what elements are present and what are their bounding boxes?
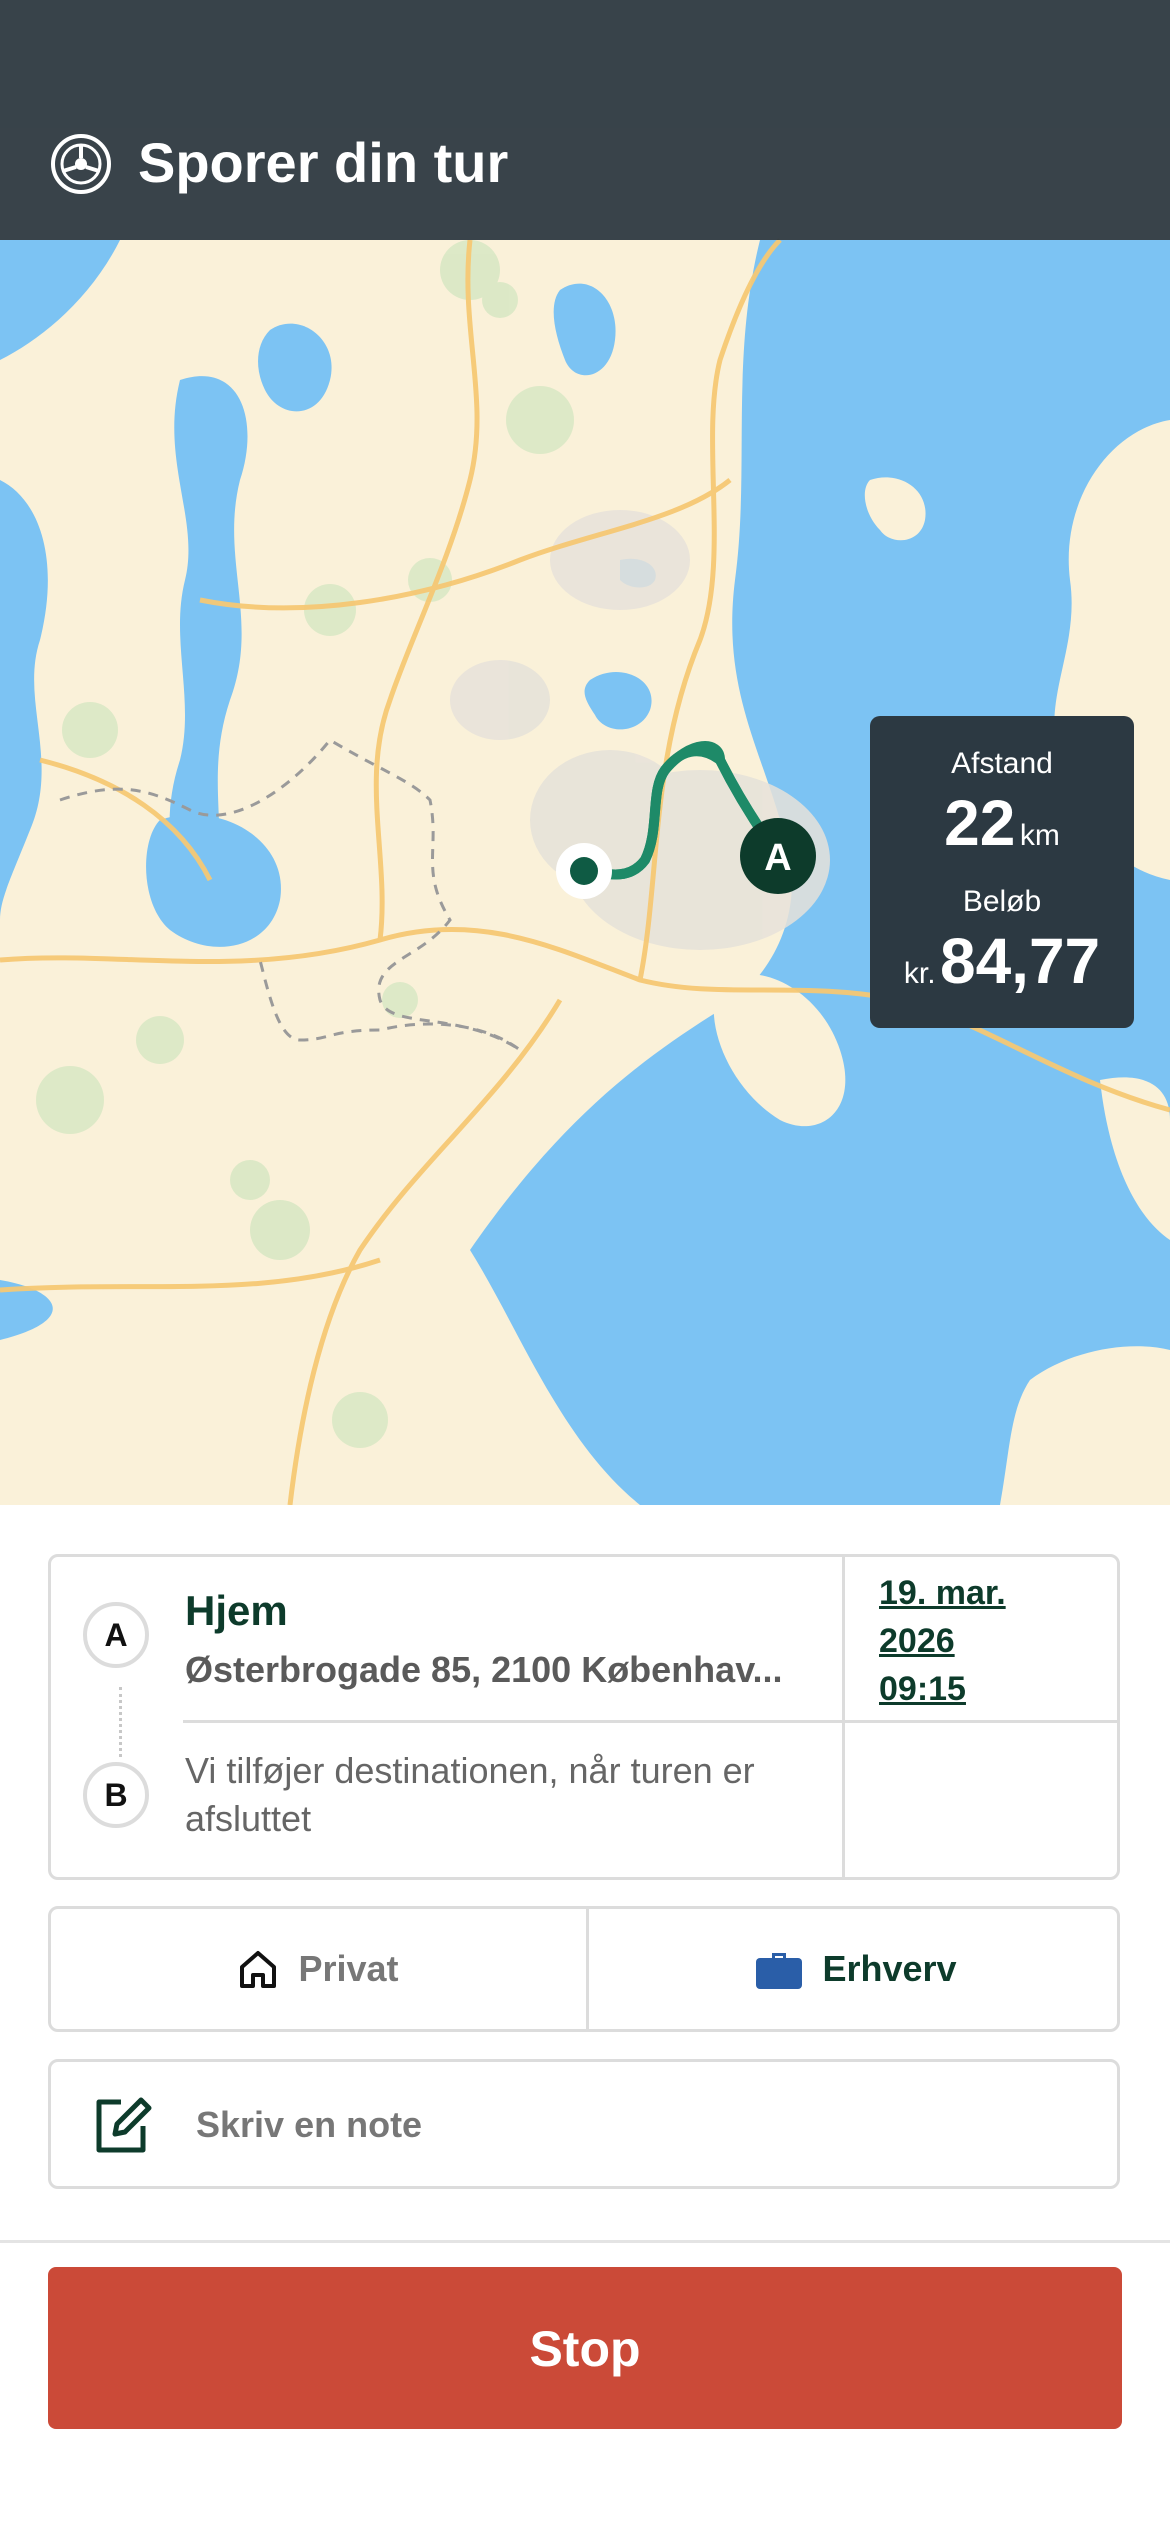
trip-category-selector: Privat Erhverv (48, 1906, 1120, 2032)
amount-readout: kr. 84,77 (870, 926, 1134, 996)
trip-details-card: A B Hjem Østerbrogade 85, 2100 Københav.… (48, 1554, 1120, 1880)
amount-prefix: kr. (903, 957, 936, 990)
start-point-badge: A (83, 1602, 149, 1668)
private-option[interactable]: Privat (51, 1909, 584, 2029)
note-placeholder: Skriv en note (196, 2104, 423, 2145)
route-connector (119, 1687, 122, 1757)
edit-note-icon (96, 2097, 152, 2153)
destination-placeholder: Vi tilføjer destinationen, når turen er … (185, 1750, 755, 1839)
trip-start-datetime[interactable]: 19. mar. 2026 09:15 (879, 1569, 1006, 1713)
distance-value: 22 (944, 787, 1016, 859)
home-icon (240, 1951, 277, 1988)
distance-unit: km (1019, 819, 1060, 852)
bottom-divider (0, 2240, 1170, 2243)
date-day-month: 19. mar. (879, 1574, 1006, 1612)
trip-stats-panel: Afstand 22 km Beløb kr. 84,77 (870, 716, 1134, 1028)
amount-label: Beløb (962, 885, 1042, 918)
start-location-name[interactable]: Hjem (185, 1587, 288, 1635)
card-horizontal-divider (183, 1720, 1120, 1723)
end-point-badge: B (83, 1762, 149, 1828)
header-bar: Sporer din tur (0, 0, 1170, 240)
date-year: 2026 (879, 1622, 955, 1660)
card-vertical-divider (842, 1557, 845, 1877)
stop-button[interactable]: Stop (48, 2267, 1122, 2429)
distance-readout: 22 km (870, 788, 1134, 858)
private-label: Privat (298, 1948, 399, 1989)
steering-wheel-icon (51, 134, 111, 194)
start-location-address[interactable]: Østerbrogade 85, 2100 Københav... (185, 1649, 825, 1691)
start-marker-label: A (764, 837, 791, 879)
distance-label: Afstand (951, 747, 1053, 780)
note-field[interactable]: Skriv en note (48, 2059, 1120, 2189)
page-title: Sporer din tur (138, 131, 509, 194)
business-label: Erhverv (822, 1948, 957, 1989)
business-option[interactable]: Erhverv (589, 1909, 1122, 2029)
amount-value: 84,77 (939, 925, 1101, 997)
briefcase-icon (756, 1953, 803, 1989)
date-time: 09:15 (879, 1670, 966, 1708)
